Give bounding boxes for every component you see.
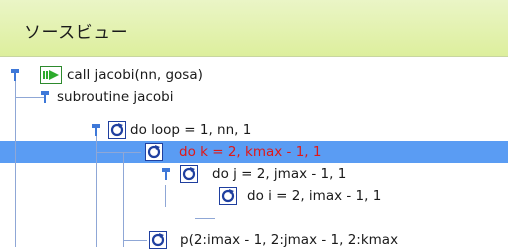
loop-icon bbox=[145, 143, 163, 161]
node-label: do k = 2, kmax - 1, 1 bbox=[179, 144, 322, 160]
tree-node-subroutine-jacobi[interactable]: subroutine jacobi bbox=[0, 86, 508, 108]
pin-icon bbox=[11, 69, 19, 81]
node-label: do loop = 1, nn, 1 bbox=[130, 122, 252, 138]
call-arrow-icon bbox=[40, 66, 62, 84]
tree-node-do-loop[interactable]: do loop = 1, nn, 1 bbox=[0, 119, 508, 141]
node-label: p(2:imax - 1, 2:jmax - 1, 2:kmax bbox=[180, 232, 399, 248]
tree-node-call-jacobi[interactable]: call jacobi(nn, gosa) bbox=[0, 64, 508, 86]
tree-node-do-i[interactable]: do i = 2, imax - 1, 1 bbox=[0, 185, 508, 207]
loop-icon bbox=[149, 231, 167, 249]
panel-header: ソースビュー bbox=[0, 0, 508, 56]
tree-line bbox=[195, 218, 215, 219]
source-tree[interactable]: call jacobi(nn, gosa) subroutine jacobi … bbox=[0, 56, 508, 249]
tree-node-do-j[interactable]: do j = 2, jmax - 1, 1 bbox=[0, 163, 508, 185]
pin-icon bbox=[41, 91, 49, 103]
node-label: subroutine jacobi bbox=[57, 89, 174, 105]
node-label: do j = 2, jmax - 1, 1 bbox=[212, 166, 347, 182]
pin-icon bbox=[162, 168, 170, 180]
loop-icon bbox=[180, 165, 198, 183]
node-label: do i = 2, imax - 1, 1 bbox=[247, 188, 382, 204]
node-label: call jacobi(nn, gosa) bbox=[67, 67, 203, 83]
pin-icon bbox=[92, 124, 100, 136]
tree-node-do-k[interactable]: do k = 2, kmax - 1, 1 bbox=[0, 141, 508, 163]
loop-icon bbox=[219, 187, 237, 205]
loop-icon bbox=[108, 121, 126, 139]
panel-title: ソースビュー bbox=[24, 23, 129, 43]
tree-node-p-assignment[interactable]: p(2:imax - 1, 2:jmax - 1, 2:kmax bbox=[0, 229, 508, 251]
